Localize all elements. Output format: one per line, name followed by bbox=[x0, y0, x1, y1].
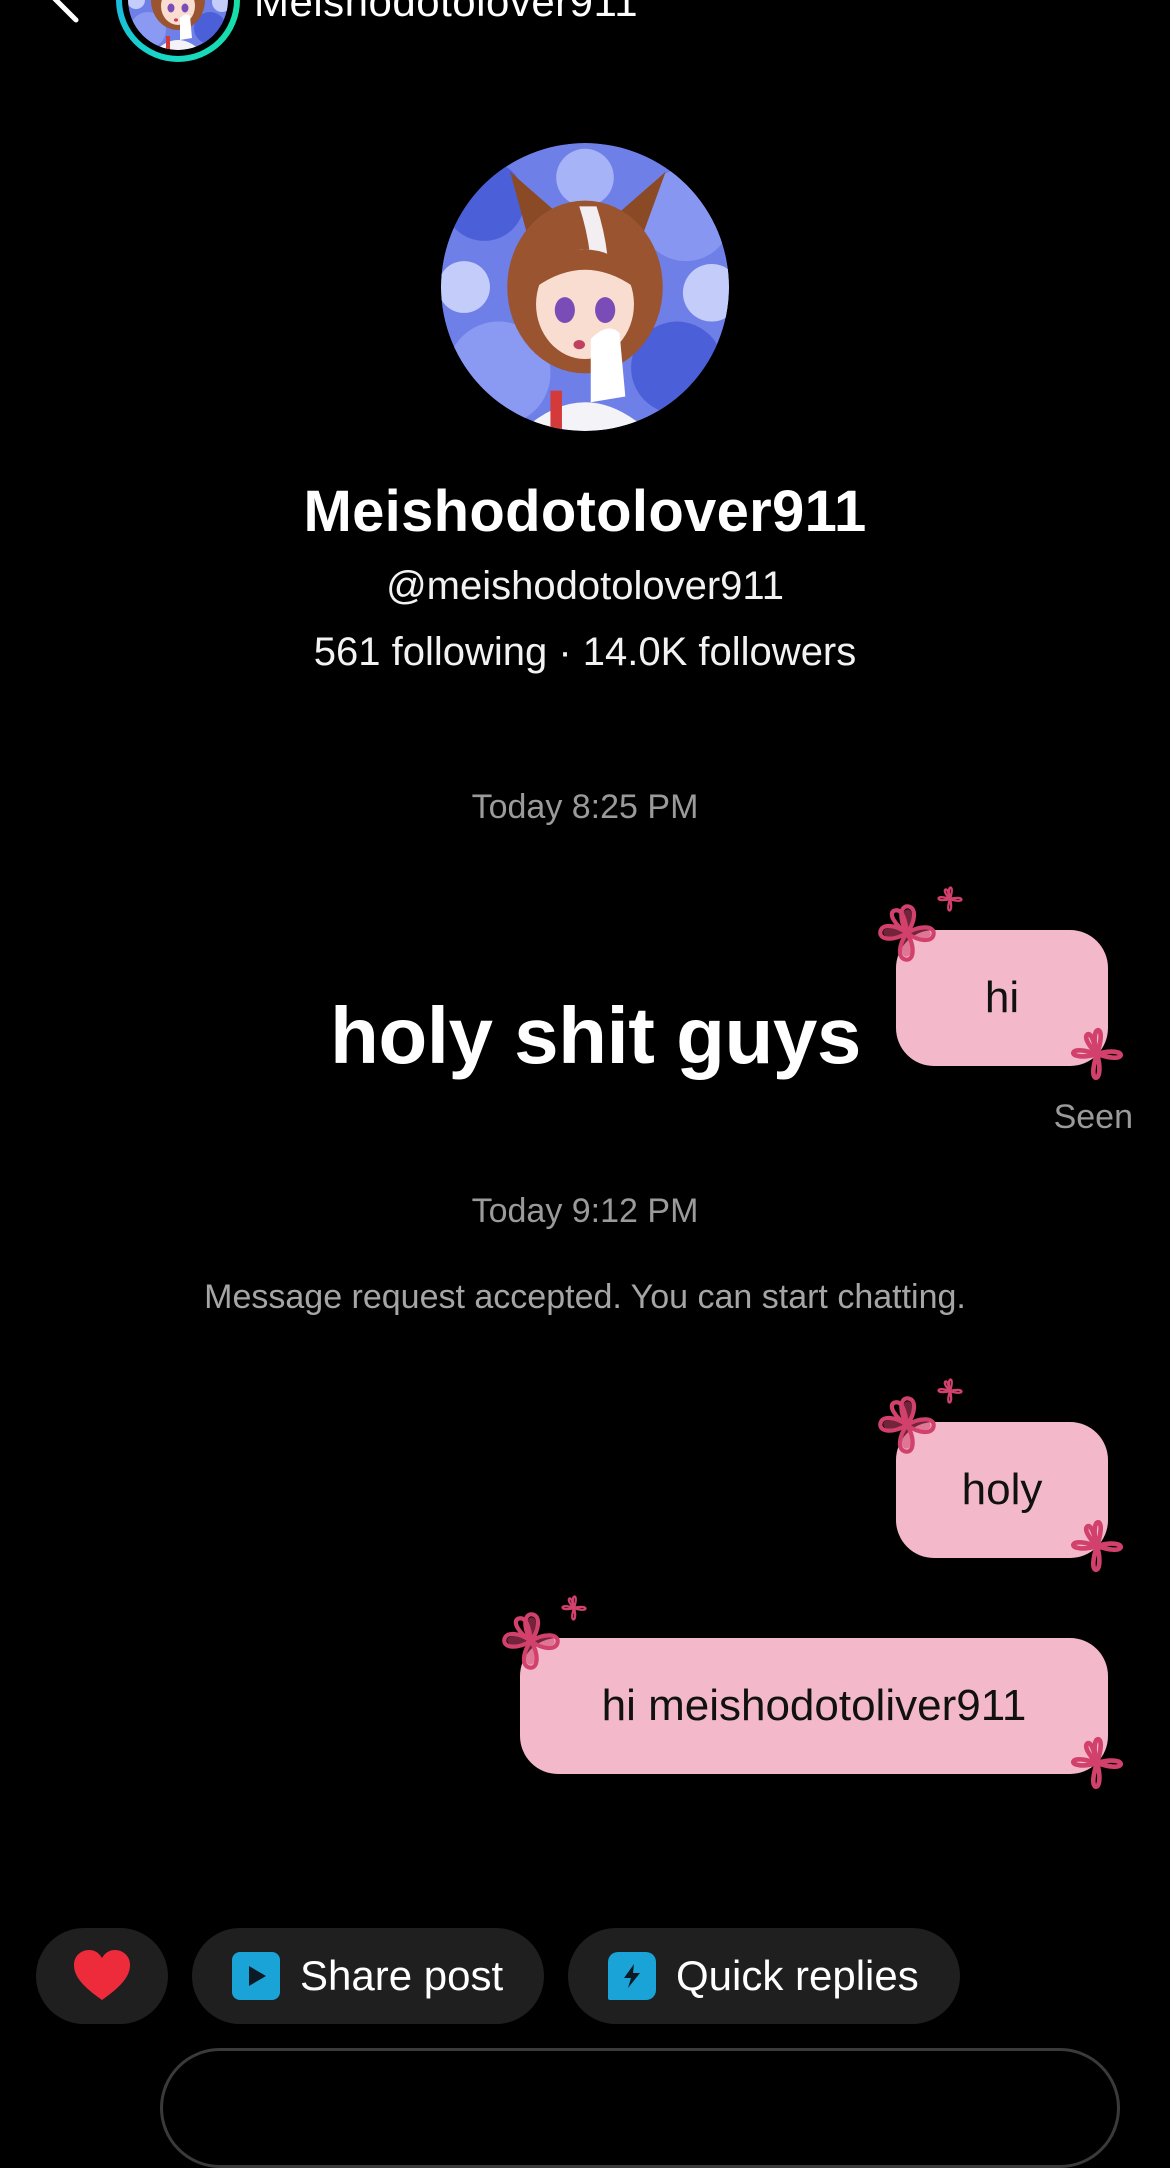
more-icon[interactable] bbox=[1052, 0, 1122, 10]
header-title[interactable]: Meishodotolover911 bbox=[254, 0, 638, 26]
message-bubble-group: hi meishodotoliver911 bbox=[496, 1592, 1132, 1792]
flower-decoration-icon bbox=[1064, 1730, 1130, 1796]
big-message-text: holy shit guys bbox=[330, 991, 861, 1080]
flower-decoration-icon bbox=[496, 1606, 566, 1676]
flower-decoration-icon bbox=[1064, 1021, 1130, 1087]
heart-button[interactable] bbox=[36, 1928, 168, 2024]
quick-replies-button[interactable]: Quick replies bbox=[568, 1928, 960, 2024]
timestamp: Today 9:12 PM bbox=[471, 1192, 699, 1230]
sparkle-decoration-icon bbox=[558, 1592, 590, 1624]
seen-status: Seen bbox=[1053, 1098, 1133, 1136]
message-text: hi meishodotoliver911 bbox=[601, 1681, 1027, 1730]
header-avatar[interactable] bbox=[116, 0, 240, 62]
profile-avatar[interactable] bbox=[441, 143, 729, 431]
system-message: Message request accepted. You can start … bbox=[204, 1278, 966, 1316]
profile-stats: 561 following · 14.0K followers bbox=[313, 630, 857, 674]
message-composer[interactable] bbox=[160, 2048, 1120, 2168]
quick-replies-icon bbox=[608, 1952, 656, 2000]
quick-replies-label: Quick replies bbox=[676, 1952, 919, 1999]
message-bubble-group: holy bbox=[872, 1375, 1132, 1575]
flower-decoration-icon bbox=[1064, 1513, 1130, 1579]
timestamp: Today 8:25 PM bbox=[471, 788, 699, 826]
share-post-icon bbox=[232, 1952, 280, 2000]
back-icon[interactable] bbox=[38, 0, 98, 26]
message-bubble-group: hi bbox=[872, 883, 1132, 1063]
sparkle-decoration-icon bbox=[934, 1375, 966, 1407]
sparkle-decoration-icon bbox=[934, 883, 966, 915]
message-bubble[interactable]: hi meishodotoliver911 bbox=[520, 1638, 1108, 1774]
share-post-button[interactable]: Share post bbox=[192, 1928, 544, 2024]
flower-decoration-icon bbox=[872, 898, 942, 968]
heart-icon bbox=[74, 1950, 130, 2000]
message-text: holy bbox=[961, 1465, 1043, 1514]
profile-display-name: Meishodotolover911 bbox=[303, 479, 867, 544]
profile-handle: @meishodotolover911 bbox=[386, 564, 784, 608]
share-post-label: Share post bbox=[300, 1952, 504, 1999]
message-text: hi bbox=[984, 973, 1020, 1022]
flower-decoration-icon bbox=[872, 1390, 942, 1460]
